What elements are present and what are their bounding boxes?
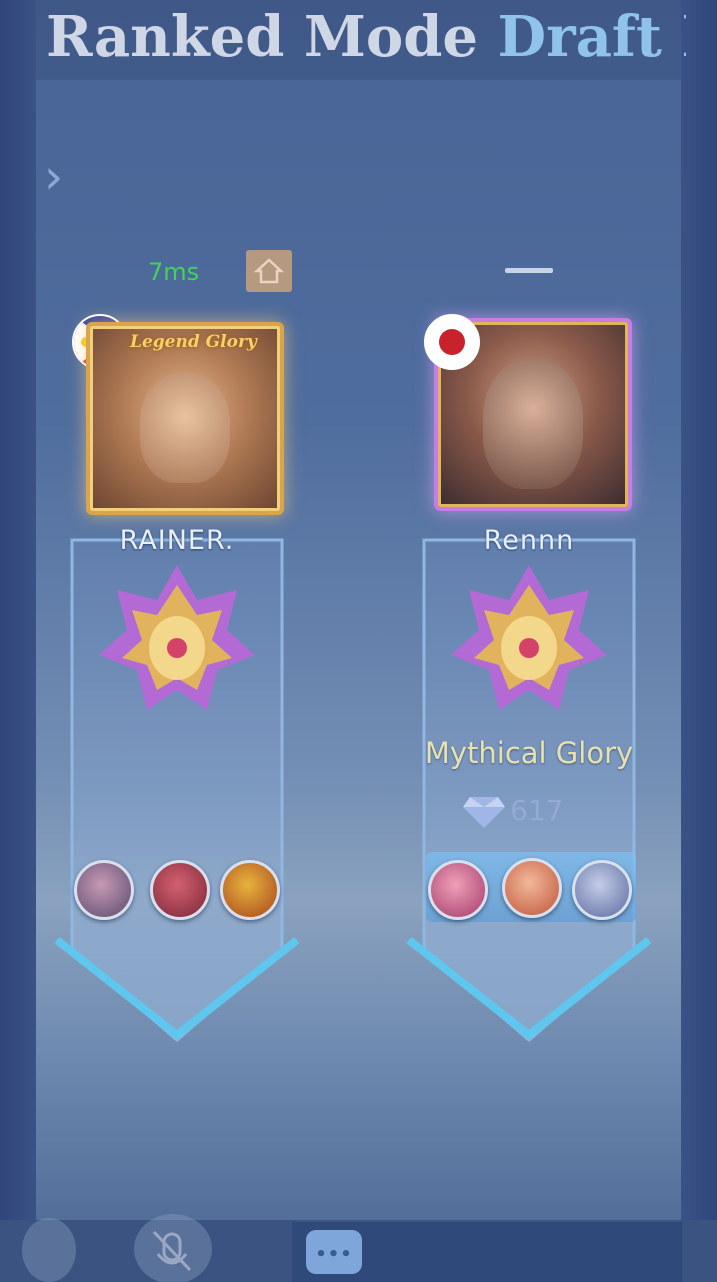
hero-avatar[interactable]	[572, 860, 632, 920]
video-title: Ranked Mode Draft I	[46, 2, 686, 72]
title-main: Ranked Mode	[46, 4, 479, 70]
japan-flag-icon	[424, 314, 480, 370]
chat-bubble-icon[interactable]: •••	[306, 1230, 362, 1274]
rank-label: Mythical Glory	[424, 736, 634, 770]
hero-avatar[interactable]	[220, 860, 280, 920]
frame-text: Legend Glory	[130, 332, 257, 352]
avatar	[483, 358, 583, 489]
mythical-glory-emblem-icon	[99, 565, 255, 710]
player-name-left: RAINER.	[119, 525, 235, 556]
home-icon[interactable]	[246, 250, 292, 292]
screen: Ranked Mode Draft I › 7ms Legend Glory R…	[0, 0, 717, 1282]
status-dash	[505, 268, 553, 273]
mythical-glory-emblem-icon	[451, 565, 607, 710]
left-letterbox	[0, 0, 36, 1282]
hero-avatar[interactable]	[74, 860, 134, 920]
expand-chevron-icon[interactable]: ›	[44, 152, 74, 202]
hero-picks-right	[426, 852, 636, 922]
avatar	[140, 372, 230, 483]
hero-picks-left	[74, 856, 284, 926]
chat-dots: •••	[315, 1244, 353, 1265]
hero-avatar[interactable]	[502, 858, 562, 918]
rank-stars: 617	[462, 794, 563, 829]
speaker-icon[interactable]	[22, 1218, 76, 1282]
ping-indicator: 7ms	[148, 258, 200, 286]
hero-avatar[interactable]	[150, 860, 210, 920]
avatar-frame-left[interactable]: Legend Glory	[86, 322, 284, 515]
hero-avatar[interactable]	[428, 860, 488, 920]
star-gem-icon	[463, 797, 505, 828]
title-accent: Draft I	[497, 4, 686, 70]
right-letterbox	[681, 0, 717, 1282]
stars-count: 617	[510, 794, 564, 827]
player-name-right: Rennn	[483, 525, 575, 556]
microphone-icon[interactable]	[134, 1214, 212, 1282]
